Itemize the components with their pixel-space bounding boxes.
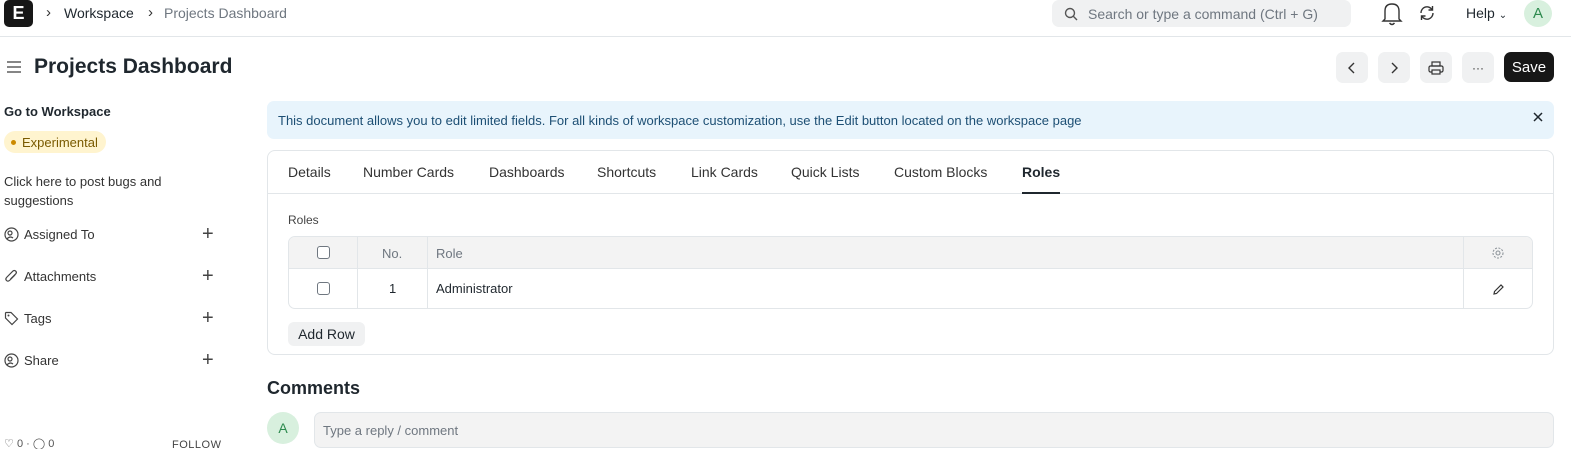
search-bar[interactable]: Search or type a command (Ctrl + G) (1052, 0, 1351, 27)
column-header-no: No. (382, 246, 403, 261)
notice-text: This document allows you to edit limited… (278, 112, 1082, 128)
comment-avatar: A (267, 412, 299, 444)
form-tabs: Details Number Cards Dashboards Shortcut… (268, 151, 1553, 194)
heart-icon[interactable]: ♡ (4, 438, 14, 449)
close-icon[interactable] (1532, 111, 1544, 123)
sidebar-item-attachments[interactable]: Attachments + (4, 265, 224, 287)
table-header (289, 237, 1532, 269)
breadcrumb-workspace[interactable]: Workspace (64, 5, 134, 21)
sidebar-item-label: Assigned To (24, 226, 95, 242)
refresh-icon[interactable] (1418, 4, 1436, 22)
help-label: Help (1466, 5, 1495, 21)
edit-pencil-icon[interactable] (1492, 283, 1505, 296)
print-button[interactable] (1420, 52, 1452, 83)
tag-icon (4, 311, 19, 325)
form-card: Details Number Cards Dashboards Shortcut… (267, 150, 1554, 355)
row-number: 1 (389, 281, 397, 296)
follow-button[interactable]: FOLLOW (172, 439, 221, 449)
post-bugs-link[interactable]: Click here to post bugs and suggestions (4, 172, 204, 210)
printer-icon (1428, 60, 1444, 75)
share-user-icon (4, 352, 19, 368)
tab-details[interactable]: Details (288, 164, 331, 180)
user-at-icon (4, 226, 19, 242)
sidebar-item-tags[interactable]: Tags + (4, 307, 224, 329)
roles-table: No. Role 1 Administrator (288, 236, 1533, 309)
likes-count: 0 (16, 438, 24, 449)
app-logo[interactable]: E (4, 0, 33, 27)
tab-roles[interactable]: Roles (1022, 164, 1060, 180)
add-attachment-plus-icon[interactable]: + (202, 266, 214, 286)
search-input[interactable]: Search or type a command (Ctrl + G) (1088, 6, 1318, 22)
sidebar-item-label: Share (24, 352, 59, 368)
sidebar-stats: ♡ 0 · ◯ 0 (4, 438, 55, 449)
breadcrumb-chevron-icon: › (46, 4, 51, 21)
limited-edit-notice: This document allows you to edit limited… (267, 101, 1554, 139)
comment-icon: ◯ (32, 438, 46, 449)
paperclip-icon (5, 269, 17, 282)
previous-doc-button[interactable] (1336, 52, 1368, 83)
next-doc-button[interactable] (1378, 52, 1410, 83)
comments-heading: Comments (267, 378, 361, 398)
save-button[interactable]: Save (1504, 52, 1554, 82)
sidebar-item-label: Attachments (24, 268, 97, 284)
experimental-badge: Experimental (4, 131, 106, 153)
page-title: Projects Dashboard (34, 55, 233, 78)
bell-icon[interactable] (1380, 1, 1404, 27)
select-all-checkbox[interactable] (317, 246, 330, 259)
add-row-button[interactable]: Add Row (288, 322, 365, 346)
status-dot-icon (11, 139, 16, 145)
help-menu[interactable]: Help ⌄ (1466, 5, 1507, 21)
chevron-left-icon (1348, 62, 1355, 73)
add-share-plus-icon[interactable]: + (202, 350, 214, 370)
tab-quick-lists[interactable]: Quick Lists (791, 164, 859, 180)
more-options-button[interactable]: ··· (1462, 52, 1494, 83)
sidebar-item-assigned-to[interactable]: Assigned To + (4, 223, 224, 245)
add-assignee-plus-icon[interactable]: + (202, 224, 214, 244)
comment-input[interactable]: Type a reply / comment (314, 412, 1554, 448)
roles-field-label: Roles (288, 213, 319, 227)
column-header-role: Role (436, 246, 463, 261)
tab-link-cards[interactable]: Link Cards (691, 164, 758, 180)
tab-dashboards[interactable]: Dashboards (489, 164, 565, 180)
breadcrumb-chevron-icon: › (148, 4, 153, 21)
row-checkbox[interactable] (317, 282, 330, 295)
sidebar-item-label: Tags (24, 310, 52, 326)
tab-shortcuts[interactable]: Shortcuts (597, 164, 656, 180)
chevron-down-icon: ⌄ (1498, 10, 1508, 21)
gear-icon[interactable] (1491, 246, 1505, 260)
row-role-value[interactable]: Administrator (436, 281, 513, 296)
comments-count: 0 (48, 438, 55, 449)
user-avatar[interactable]: A (1524, 0, 1552, 27)
sidebar-item-share[interactable]: Share + (4, 349, 224, 371)
search-icon (1064, 7, 1078, 20)
breadcrumb-current[interactable]: Projects Dashboard (164, 5, 287, 21)
table-row[interactable]: 1 Administrator (289, 270, 1532, 308)
badge-label: Experimental (22, 134, 98, 150)
active-tab-indicator (1022, 192, 1060, 194)
go-to-workspace-link[interactable]: Go to Workspace (4, 104, 111, 119)
tab-custom-blocks[interactable]: Custom Blocks (894, 164, 987, 180)
add-tag-plus-icon[interactable]: + (202, 308, 214, 328)
chevron-right-icon (1391, 62, 1398, 73)
tab-number-cards[interactable]: Number Cards (363, 164, 454, 180)
top-navbar: E › Workspace › Projects Dashboard Searc… (0, 0, 1571, 37)
sidebar-toggle-icon[interactable] (6, 59, 22, 75)
